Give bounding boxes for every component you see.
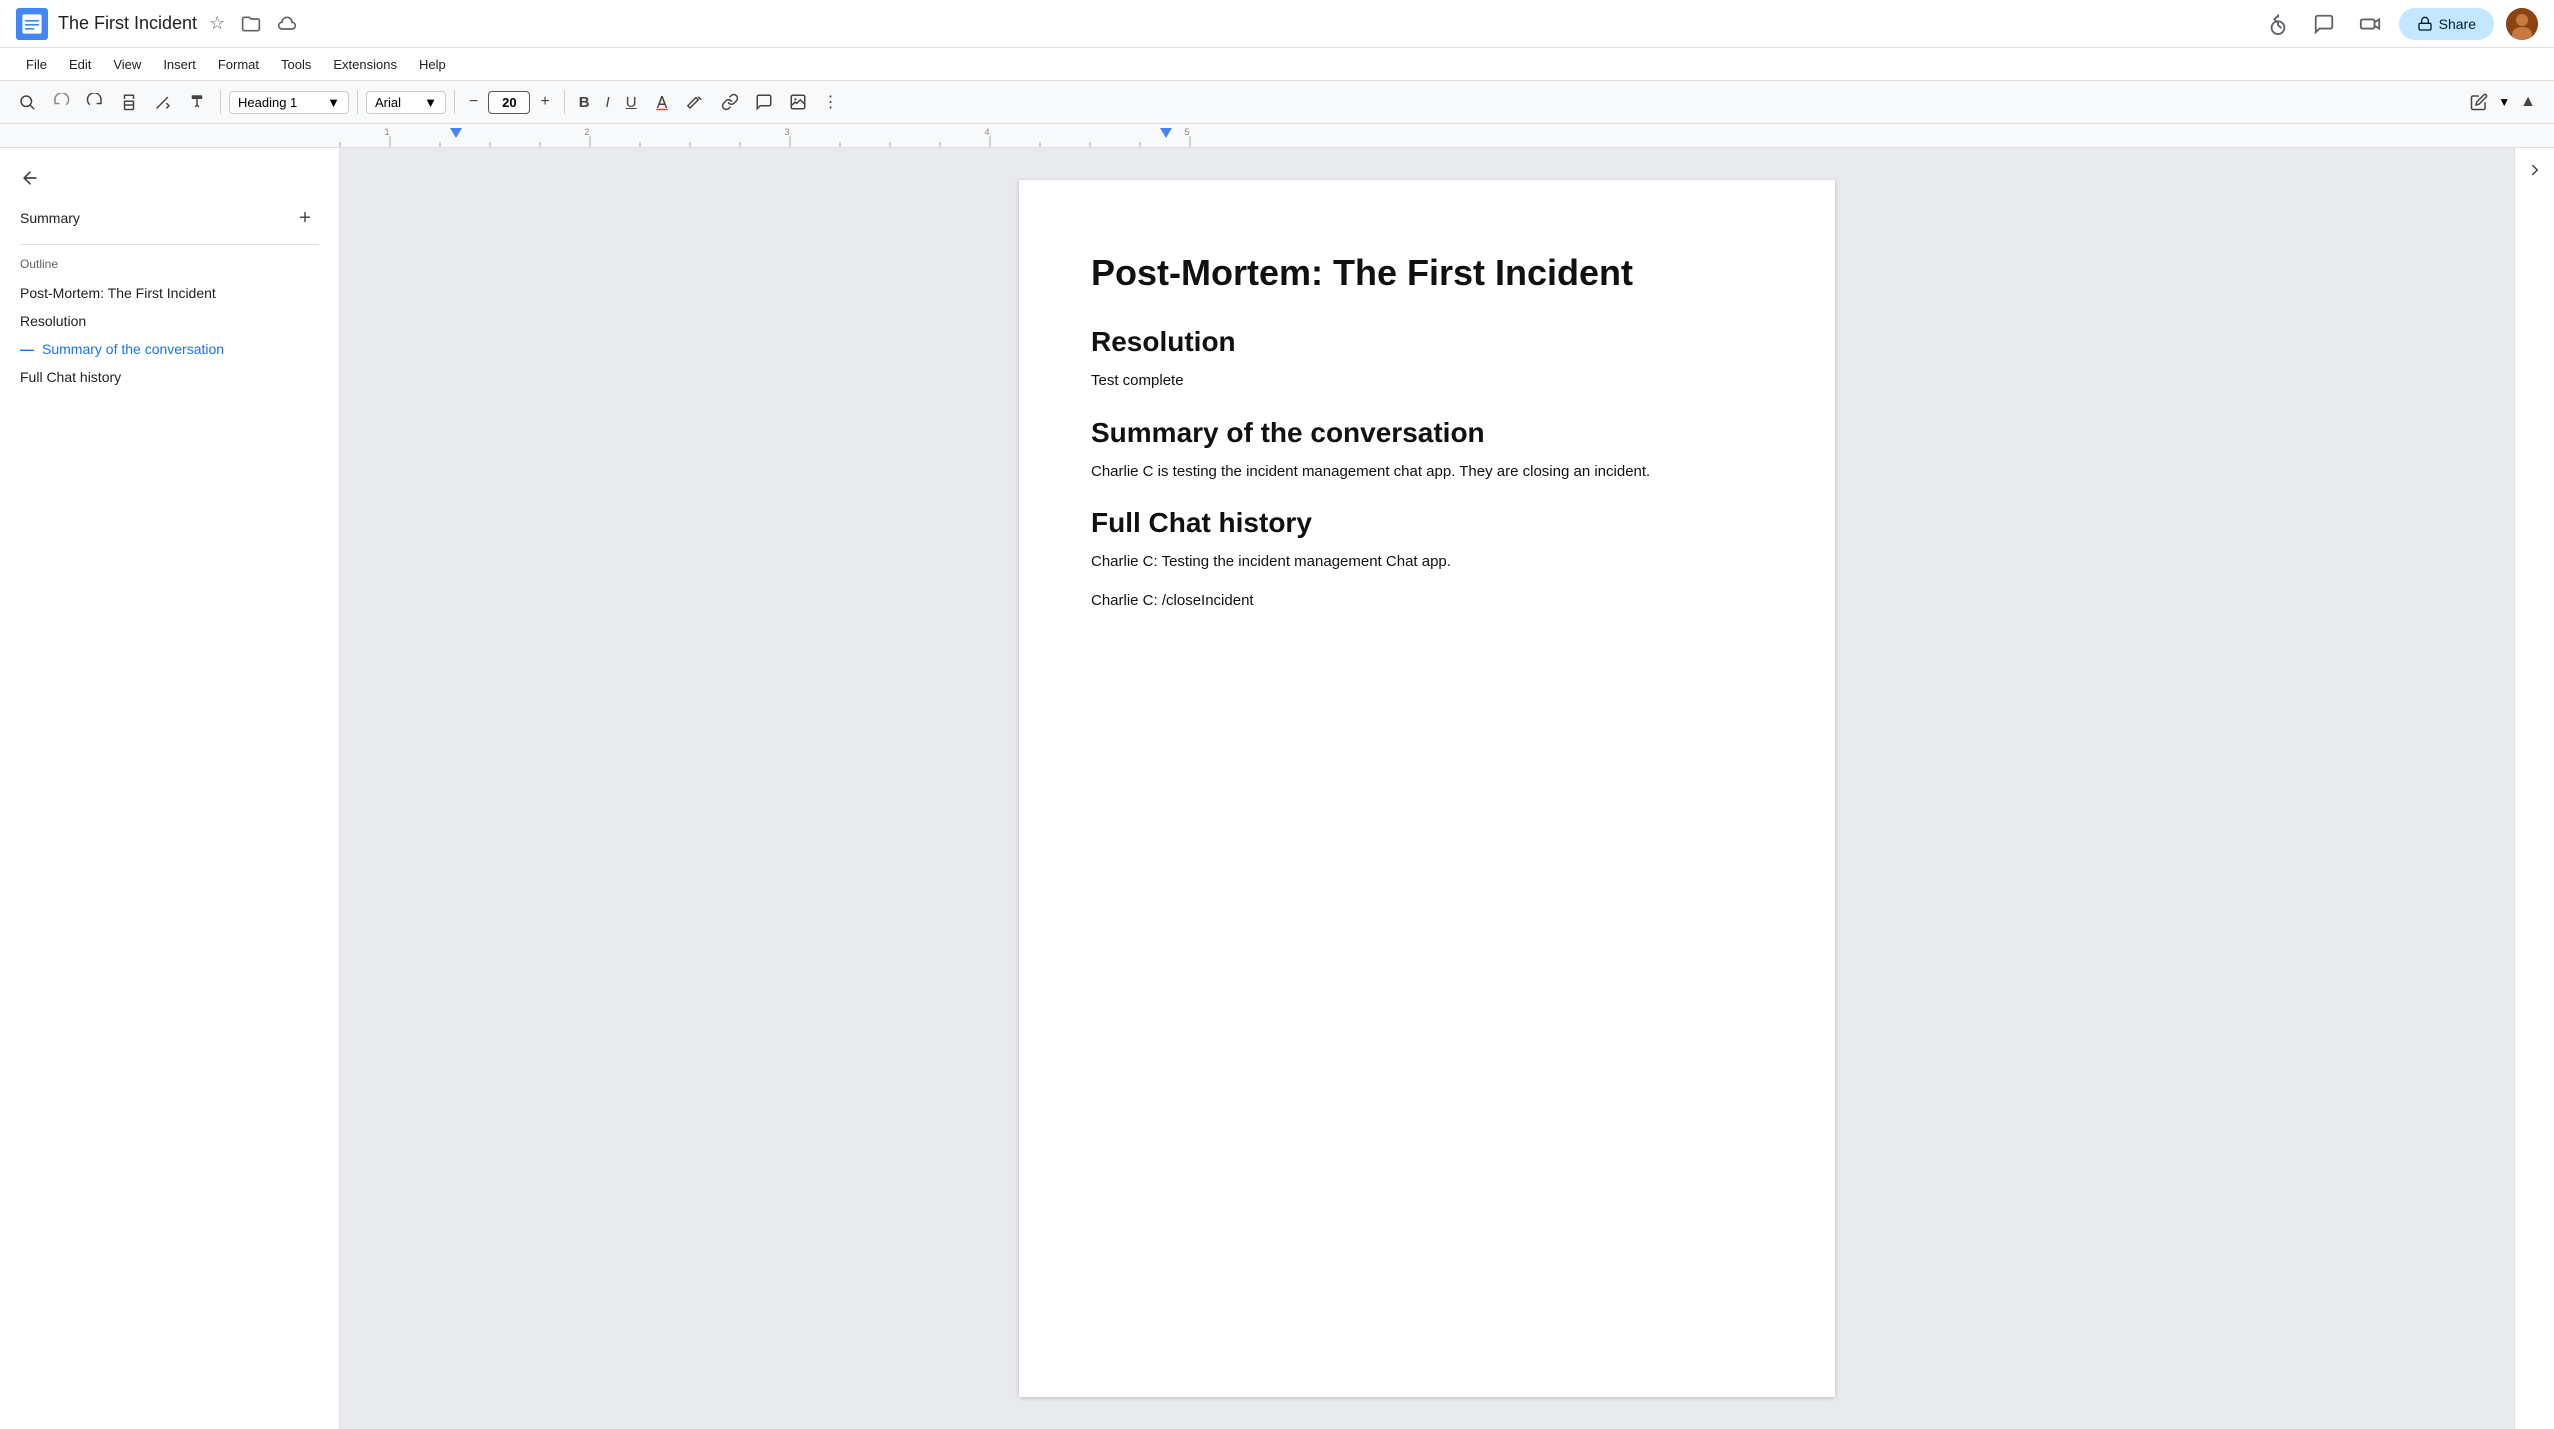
section-1-heading: Summary of the conversation: [1091, 417, 1763, 449]
style-dropdown[interactable]: Heading 1 ▼: [229, 91, 349, 114]
menu-file[interactable]: File: [16, 53, 57, 76]
page-area: Post-Mortem: The First Incident Resoluti…: [340, 148, 2514, 1429]
spellcheck-btn[interactable]: [148, 88, 178, 116]
section-2-heading: Full Chat history: [1091, 507, 1763, 539]
svg-text:1: 1: [384, 127, 389, 137]
font-increase-btn[interactable]: +: [534, 88, 555, 116]
summary-row: Summary +: [0, 196, 339, 236]
section-0-body: Test complete: [1091, 370, 1763, 393]
font-decrease-btn[interactable]: −: [463, 88, 484, 116]
search-toolbar-btn[interactable]: [12, 88, 42, 116]
redo-btn[interactable]: [80, 88, 110, 116]
outline-label: Outline: [0, 253, 339, 279]
svg-text:3: 3: [784, 127, 789, 137]
folder-icon[interactable]: [237, 10, 265, 38]
main-layout: Summary + Outline Post-Mortem: The First…: [0, 148, 2554, 1429]
svg-text:2: 2: [584, 127, 589, 137]
svg-text:4: 4: [984, 127, 989, 137]
doc-title: The First Incident: [58, 13, 197, 34]
comment-btn[interactable]: [749, 88, 779, 116]
bold-btn[interactable]: B: [573, 89, 596, 116]
menu-tools[interactable]: Tools: [271, 53, 321, 76]
toolbar: Heading 1 ▼ Arial ▼ − 20 + B I U ⋮ ▼ ▲: [0, 80, 2554, 124]
section-0-heading: Resolution: [1091, 326, 1763, 358]
collapse-toolbar-btn[interactable]: ▲: [2514, 88, 2542, 116]
outline-item-2[interactable]: Summary of the conversation: [0, 335, 339, 363]
link-btn[interactable]: [715, 88, 745, 116]
document-title: Post-Mortem: The First Incident: [1091, 252, 1763, 294]
svg-text:5: 5: [1184, 127, 1189, 137]
more-btn[interactable]: ⋮: [817, 87, 845, 117]
comments-icon[interactable]: [2307, 7, 2341, 41]
ruler: 1 2 3 4 5: [0, 124, 2554, 148]
font-size-input[interactable]: 20: [495, 95, 523, 110]
menu-bar: File Edit View Insert Format Tools Exten…: [0, 48, 2554, 80]
sep-3: [454, 90, 455, 114]
history-icon[interactable]: [2261, 7, 2295, 41]
cloud-icon[interactable]: [273, 10, 301, 38]
section-2-line-0: Charlie C: Testing the incident manageme…: [1091, 551, 1763, 574]
right-panel: [2514, 148, 2554, 1429]
document-page: Post-Mortem: The First Incident Resoluti…: [1019, 180, 1835, 1397]
font-arrow: ▼: [424, 95, 437, 110]
menu-insert[interactable]: Insert: [153, 53, 206, 76]
outline-item-1[interactable]: Resolution: [0, 307, 339, 335]
menu-edit[interactable]: Edit: [59, 53, 101, 76]
sep-4: [564, 90, 565, 114]
top-right-actions: Share: [2261, 7, 2538, 41]
outline-item-3[interactable]: Full Chat history: [0, 363, 339, 391]
image-btn[interactable]: [783, 88, 813, 116]
doc-icon: [16, 8, 48, 40]
print-btn[interactable]: [114, 88, 144, 116]
ruler-svg: 1 2 3 4 5: [0, 124, 2554, 148]
italic-btn[interactable]: I: [600, 89, 616, 116]
menu-view[interactable]: View: [103, 53, 151, 76]
sidebar-divider: [20, 244, 319, 245]
avatar[interactable]: [2506, 8, 2538, 40]
video-icon[interactable]: [2353, 7, 2387, 41]
share-button[interactable]: Share: [2399, 8, 2494, 40]
add-summary-btn[interactable]: +: [291, 204, 319, 232]
menu-help[interactable]: Help: [409, 53, 456, 76]
edit-mode-btn[interactable]: [2464, 88, 2494, 116]
section-1-body: Charlie C is testing the incident manage…: [1091, 461, 1763, 484]
collapse-right-btn[interactable]: [2520, 156, 2550, 184]
sep-1: [220, 90, 221, 114]
text-color-btn[interactable]: [647, 88, 677, 116]
menu-format[interactable]: Format: [208, 53, 269, 76]
sep-2: [357, 90, 358, 114]
back-button[interactable]: [0, 160, 339, 196]
section-2-line-1: Charlie C: /closeIncident: [1091, 590, 1763, 613]
star-icon[interactable]: ☆: [205, 9, 229, 38]
outline-item-0[interactable]: Post-Mortem: The First Incident: [0, 279, 339, 307]
undo-btn[interactable]: [46, 88, 76, 116]
summary-label: Summary: [20, 210, 80, 226]
dropdown-arrow: ▼: [327, 95, 340, 110]
edit-dropdown-arrow[interactable]: ▼: [2498, 95, 2510, 109]
highlight-btn[interactable]: [681, 88, 711, 116]
title-icons: ☆: [205, 9, 301, 38]
sidebar: Summary + Outline Post-Mortem: The First…: [0, 148, 340, 1429]
title-bar: The First Incident ☆ Share: [0, 0, 2554, 48]
font-size-box[interactable]: 20: [488, 91, 530, 114]
menu-extensions[interactable]: Extensions: [323, 53, 407, 76]
font-dropdown[interactable]: Arial ▼: [366, 91, 446, 114]
paintformat-btn[interactable]: [182, 88, 212, 116]
underline-btn[interactable]: U: [620, 89, 643, 116]
